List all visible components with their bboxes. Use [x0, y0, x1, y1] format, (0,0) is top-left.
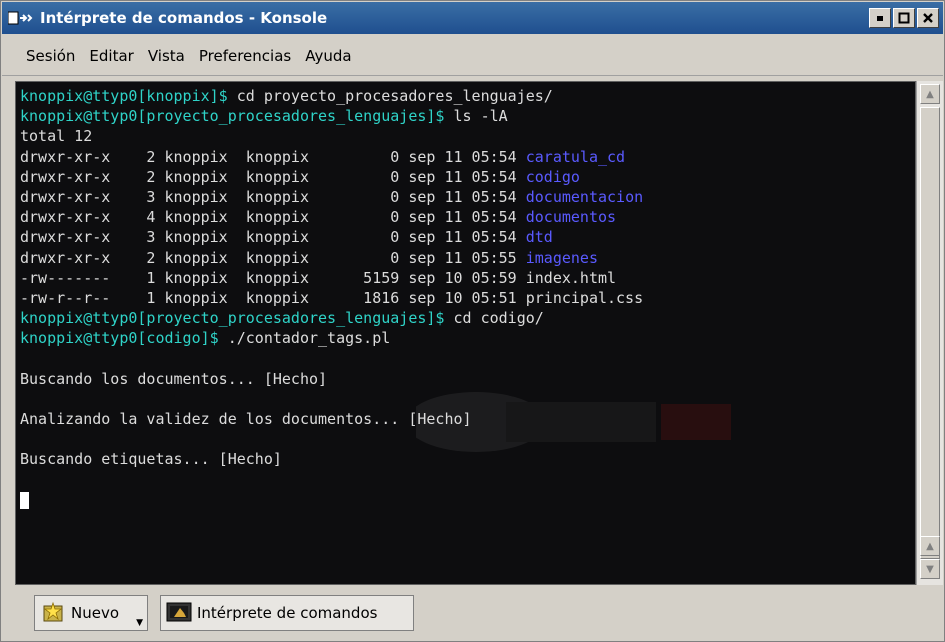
scroll-up-icon[interactable]: ▲ [920, 84, 940, 104]
window-title: Intérprete de comandos - Konsole [40, 9, 328, 27]
session-tabbar: Nuevo ▼ Intérprete de comandos [2, 589, 943, 641]
terminal-line: knoppix@ttyp0[knoppix]$ cd proyecto_proc… [20, 86, 643, 106]
chevron-down-icon[interactable]: ▼ [136, 618, 143, 628]
directory-name: imagenes [525, 248, 598, 267]
terminal-line: total 12 [20, 126, 643, 146]
konsole-session-icon [165, 599, 193, 627]
menu-sesion[interactable]: Sesión [22, 47, 79, 65]
terminal-line: drwxr-xr-x 2 knoppix knoppix 0 sep 11 05… [20, 147, 643, 167]
output-text: drwxr-xr-x 2 knoppix knoppix 0 sep 11 05… [20, 147, 526, 166]
output-text: Buscando etiquetas... [Hecho] [20, 450, 282, 469]
terminal-line: drwxr-xr-x 3 knoppix knoppix 0 sep 11 05… [20, 187, 643, 207]
output-text: drwxr-xr-x 4 knoppix knoppix 0 sep 11 05… [20, 208, 526, 227]
close-icon[interactable] [917, 8, 939, 28]
title-bar[interactable]: Intérprete de comandos - Konsole [2, 2, 943, 34]
output-text: drwxr-xr-x 2 knoppix knoppix 0 sep 11 05… [20, 248, 526, 267]
shell-command: ./contador_tags.pl [218, 329, 391, 348]
terminal-line: knoppix@ttyp0[proyecto_procesadores_leng… [20, 308, 643, 328]
scroll-down-icon[interactable]: ▼ [920, 559, 940, 579]
terminal-line: Buscando los documentos... [Hecho] [20, 369, 643, 389]
terminal-line: drwxr-xr-x 2 knoppix knoppix 0 sep 11 05… [20, 167, 643, 187]
vertical-scrollbar[interactable]: ▲ ▲ ▼ [916, 81, 943, 585]
terminal-line: drwxr-xr-x 4 knoppix knoppix 0 sep 11 05… [20, 207, 643, 227]
text-cursor [20, 491, 29, 509]
maximize-icon[interactable] [893, 8, 915, 28]
shell-prompt: knoppix@ttyp0[proyecto_procesadores_leng… [20, 107, 445, 126]
terminal-output: knoppix@ttyp0[knoppix]$ cd proyecto_proc… [20, 86, 643, 510]
output-text: -rw------- 1 knoppix knoppix 5159 sep 10… [20, 268, 617, 287]
shell-prompt: knoppix@ttyp0[codigo]$ [20, 329, 219, 348]
directory-name: caratula_cd [525, 147, 626, 166]
output-text: total 12 [20, 127, 93, 146]
output-text: drwxr-xr-x 2 knoppix knoppix 0 sep 11 05… [20, 167, 526, 186]
terminal-line: Buscando etiquetas... [Hecho] [20, 449, 643, 469]
terminal-line: drwxr-xr-x 3 knoppix knoppix 0 sep 11 05… [20, 227, 643, 247]
shell-prompt: knoppix@ttyp0[knoppix]$ [20, 87, 228, 105]
terminal-line [20, 490, 643, 510]
output-text: Analizando la validez de los documentos.… [20, 410, 472, 428]
directory-name: documentacion [525, 187, 644, 206]
output-text: drwxr-xr-x 3 knoppix knoppix 0 sep 11 05… [20, 228, 526, 247]
new-session-label: Nuevo [71, 604, 120, 622]
menu-editar[interactable]: Editar [85, 47, 137, 65]
scrollbar-thumb[interactable] [920, 107, 940, 559]
menu-vista[interactable]: Vista [144, 47, 189, 65]
menu-bar: Sesión Editar Vista Preferencias Ayuda [2, 37, 943, 76]
terminal-line: drwxr-xr-x 2 knoppix knoppix 0 sep 11 05… [20, 248, 643, 268]
shell-command: ls -lA [444, 107, 508, 126]
directory-name: documentos [525, 208, 617, 227]
new-session-button[interactable]: Nuevo ▼ [34, 595, 148, 631]
terminal-area[interactable]: knoppix@ttyp0[knoppix]$ cd proyecto_proc… [15, 81, 916, 585]
terminal-line: -rw------- 1 knoppix knoppix 5159 sep 10… [20, 268, 643, 288]
directory-name: codigo [525, 167, 580, 186]
new-session-icon [39, 599, 67, 627]
directory-name: dtd [525, 228, 553, 247]
terminal-app-icon[interactable] [8, 8, 34, 28]
shell-prompt: knoppix@ttyp0[proyecto_procesadores_leng… [20, 309, 445, 328]
output-text: -rw-r--r-- 1 knoppix knoppix 1816 sep 10… [20, 288, 644, 307]
output-text: drwxr-xr-x 3 knoppix knoppix 0 sep 11 05… [20, 187, 526, 206]
shell-command: cd proyecto_procesadores_lenguajes/ [227, 87, 553, 105]
menu-preferencias[interactable]: Preferencias [195, 47, 295, 65]
konsole-window: Intérprete de comandos - Konsole Sesión … [0, 0, 945, 642]
session-tab-interprete[interactable]: Intérprete de comandos [160, 595, 414, 631]
scroll-up-small-icon[interactable]: ▲ [920, 536, 940, 556]
output-text: Buscando los documentos... [Hecho] [20, 369, 328, 388]
shell-command: cd codigo/ [444, 309, 544, 328]
menu-ayuda[interactable]: Ayuda [301, 47, 355, 65]
session-tab-label: Intérprete de comandos [197, 604, 378, 622]
terminal-line: knoppix@ttyp0[codigo]$ ./contador_tags.p… [20, 328, 643, 348]
minimize-icon[interactable] [869, 8, 891, 28]
terminal-line: Analizando la validez de los documentos.… [20, 409, 643, 429]
terminal-line: -rw-r--r-- 1 knoppix knoppix 1816 sep 10… [20, 288, 643, 308]
terminal-line: knoppix@ttyp0[proyecto_procesadores_leng… [20, 106, 643, 126]
